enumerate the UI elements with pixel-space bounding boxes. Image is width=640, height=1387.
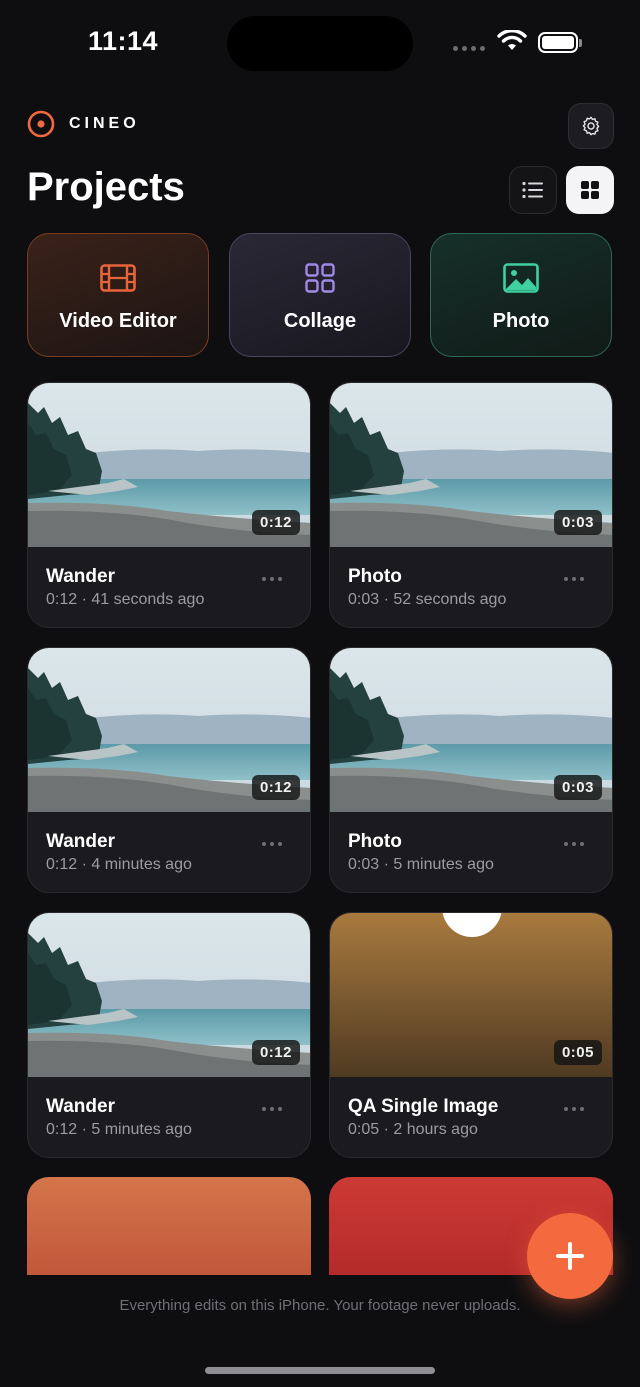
duration-badge: 0:12 (251, 775, 300, 800)
project-meta: 0:12 · 5 minutes ago (46, 1121, 192, 1138)
more-options-icon[interactable] (262, 1107, 282, 1111)
list-icon (522, 181, 543, 199)
more-options-icon[interactable] (262, 577, 282, 581)
grid-view-button[interactable] (566, 166, 614, 214)
project-card[interactable]: 0:03 Photo 0:03 · 52 seconds ago (329, 382, 613, 628)
more-options-icon[interactable] (564, 1107, 584, 1111)
plus-icon (556, 1242, 584, 1270)
home-indicator[interactable] (205, 1367, 435, 1374)
more-options-icon[interactable] (564, 577, 584, 581)
project-card[interactable]: 0:05 QA Single Image 0:05 · 2 hours ago (329, 912, 613, 1158)
duration-badge: 0:03 (553, 510, 602, 535)
project-name: Photo (348, 566, 402, 587)
privacy-note: Everything edits on this iPhone. Your fo… (119, 1297, 521, 1314)
project-meta: 0:05 · 2 hours ago (348, 1121, 478, 1138)
wifi-icon (497, 30, 527, 50)
list-view-button[interactable] (509, 166, 557, 214)
project-meta: 0:12 · 4 minutes ago (46, 856, 192, 873)
brand-name: CINEO (69, 115, 140, 132)
collage-grid-icon (305, 263, 335, 293)
photo-button[interactable]: Photo (430, 233, 612, 357)
video-editor-button[interactable]: Video Editor (27, 233, 209, 357)
project-name: Wander (46, 566, 115, 587)
project-card[interactable]: 0:03 Photo 0:03 · 5 minutes ago (329, 647, 613, 893)
project-card[interactable]: 0:12 Wander 0:12 · 4 minutes ago (27, 647, 311, 893)
project-card-partial[interactable] (27, 1177, 311, 1275)
image-icon (503, 263, 539, 293)
duration-badge: 0:03 (553, 775, 602, 800)
project-name: QA Single Image (348, 1096, 499, 1117)
page-title: Projects (27, 165, 185, 209)
more-options-icon[interactable] (262, 842, 282, 846)
mode-label: Collage (283, 310, 357, 332)
duration-badge: 0:05 (553, 1040, 602, 1065)
gear-icon (582, 116, 600, 136)
project-meta: 0:03 · 5 minutes ago (348, 856, 494, 873)
project-name: Wander (46, 1096, 115, 1117)
grid-view-icon (581, 181, 599, 199)
cineo-logo-icon (27, 110, 55, 138)
dynamic-island (227, 16, 413, 71)
more-options-icon[interactable] (564, 842, 584, 846)
project-card[interactable]: 0:12 Wander 0:12 · 5 minutes ago (27, 912, 311, 1158)
cellular-signal-icon (453, 46, 485, 51)
mode-label: Video Editor (59, 310, 177, 332)
project-card[interactable]: 0:12 Wander 0:12 · 41 seconds ago (27, 382, 311, 628)
new-project-button[interactable] (527, 1213, 613, 1299)
project-name: Photo (348, 831, 402, 852)
battery-icon (538, 32, 582, 53)
project-name: Wander (46, 831, 115, 852)
film-icon (100, 264, 136, 292)
project-meta: 0:03 · 52 seconds ago (348, 591, 507, 608)
settings-button[interactable] (568, 103, 614, 149)
project-meta: 0:12 · 41 seconds ago (46, 591, 205, 608)
duration-badge: 0:12 (251, 510, 300, 535)
collage-button[interactable]: Collage (229, 233, 411, 357)
mode-label: Photo (492, 310, 550, 332)
status-time: 11:14 (88, 26, 159, 56)
duration-badge: 0:12 (251, 1040, 300, 1065)
